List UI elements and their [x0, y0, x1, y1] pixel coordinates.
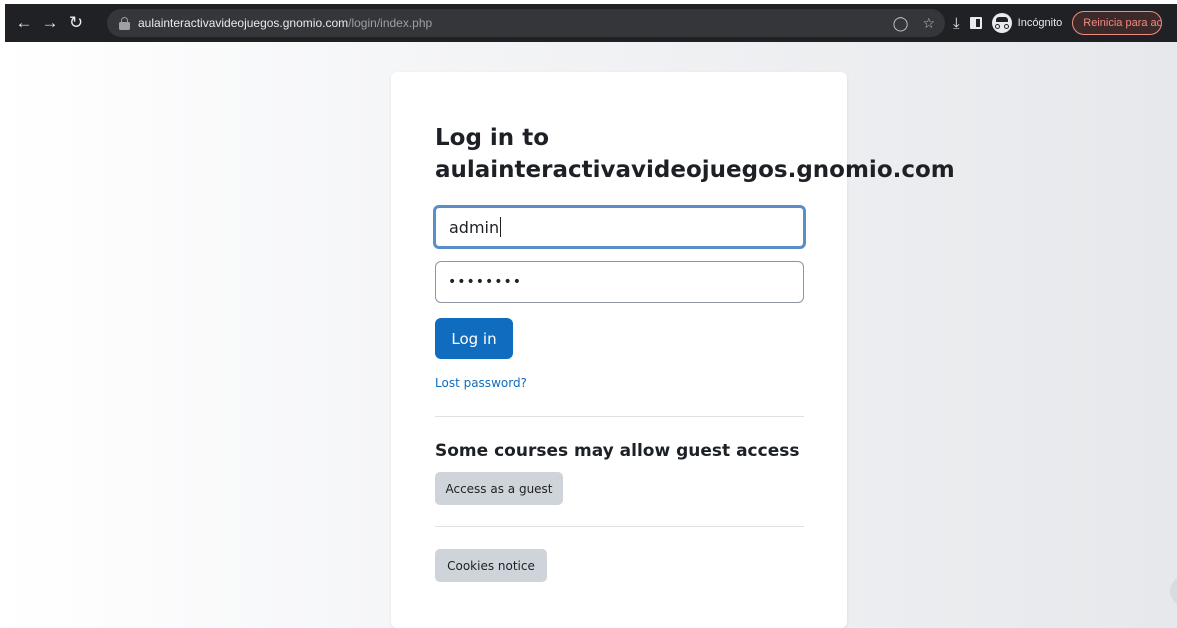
incognito-label: Incógnito [1017, 17, 1063, 29]
lock-icon[interactable] [119, 16, 130, 30]
login-card: Log in to aulainteractivavideojuegos.gno… [391, 72, 955, 628]
browser-toolbar: ← → ↻ aulainteractivavideojuegos.gnomio.… [5, 4, 1177, 42]
divider [435, 526, 804, 527]
url-text[interactable]: aulainteractivavideojuegos.gnomio.com/lo… [138, 16, 432, 30]
title-line-1: Log in to [435, 125, 549, 151]
access-as-guest-button[interactable]: Access as a guest [435, 472, 563, 505]
eye-slash-icon[interactable]: ◯ [893, 15, 909, 32]
username-input[interactable]: admin [433, 205, 806, 249]
relaunch-button[interactable]: Reinicia para ac [1072, 11, 1163, 35]
incognito-icon[interactable] [991, 13, 1012, 33]
omnibox-actions: ◯ ☆ [893, 9, 935, 37]
toolbar-actions: ⤓ Incógnito Reinicia para ac [953, 4, 1163, 42]
guest-access-heading: Some courses may allow guest access [435, 441, 800, 461]
url-path: /login/index.php [348, 16, 433, 30]
text-caret [500, 217, 502, 237]
download-icon[interactable]: ⤓ [953, 15, 960, 32]
title-line-2: aulainteractivavideojuegos.gnomio.com [435, 157, 955, 183]
lost-password-link[interactable]: Lost password? [435, 376, 527, 390]
back-arrow-icon[interactable]: ← [11, 10, 37, 36]
cookies-notice-button[interactable]: Cookies notice [435, 549, 547, 582]
login-button[interactable]: Log in [435, 318, 513, 359]
password-input[interactable]: •••••••• [435, 261, 804, 303]
star-icon[interactable]: ☆ [922, 15, 935, 32]
side-panel-icon[interactable] [969, 17, 982, 29]
password-value: •••••••• [448, 274, 523, 290]
forward-arrow-icon[interactable]: → [37, 10, 63, 36]
floating-help-button[interactable] [1170, 576, 1177, 606]
browser-frame: ← → ↻ aulainteractivavideojuegos.gnomio.… [0, 0, 1177, 42]
reload-icon[interactable]: ↻ [63, 10, 89, 36]
username-value: admin [449, 217, 500, 237]
url-host: aulainteractivavideojuegos.gnomio.com [138, 16, 349, 30]
address-bar[interactable]: aulainteractivavideojuegos.gnomio.com/lo… [107, 9, 945, 37]
divider [435, 416, 804, 417]
page-title: Log in to aulainteractivavideojuegos.gno… [435, 122, 955, 186]
